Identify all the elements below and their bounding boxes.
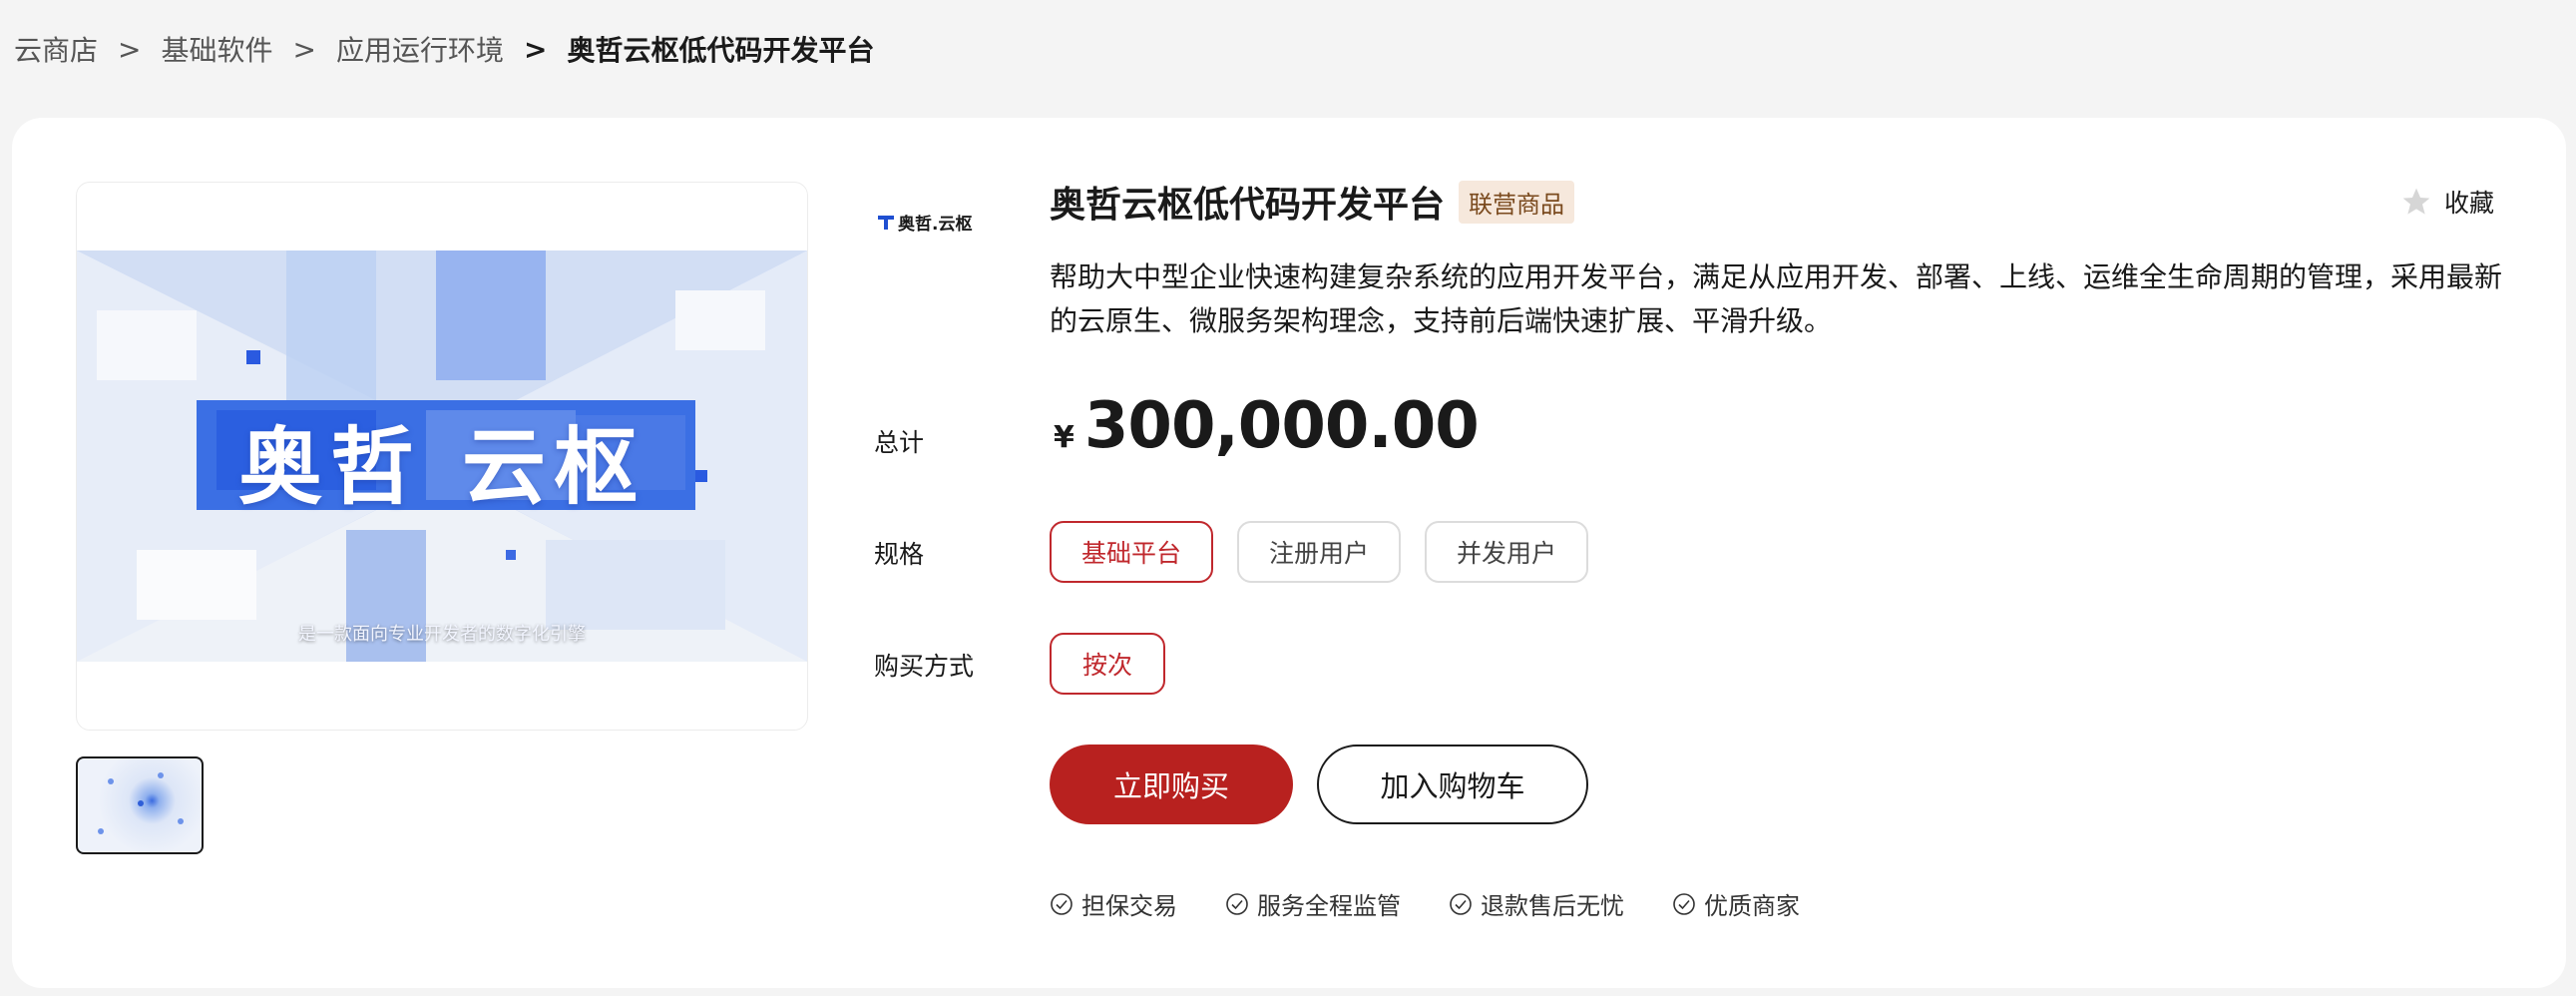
breadcrumb-item-runtime-env[interactable]: 应用运行环境 [336, 29, 504, 69]
star-icon [2402, 188, 2430, 215]
buy-now-button[interactable]: 立即购买 [1050, 745, 1293, 824]
guarantee-item-supervision: 服务全程监管 [1225, 886, 1401, 921]
currency-symbol: ¥ [1054, 420, 1074, 455]
product-hero-image: 奥哲 云枢 是一款面向专业开发者的数字化引擎 [77, 250, 807, 662]
price-amount: 300,000.00 [1083, 389, 1480, 463]
breadcrumb-separator: > [292, 32, 316, 66]
hero-caption: 是一款面向专业开发者的数字化引擎 [298, 624, 586, 645]
check-circle-icon [1673, 892, 1695, 915]
hero-title: 奥哲 云枢 [77, 400, 807, 521]
breadcrumb-item-current: 奥哲云枢低代码开发平台 [567, 34, 875, 67]
product-title: 奥哲云枢低代码开发平台 [1050, 185, 1446, 226]
spec-option-concurrent-users[interactable]: 并发用户 [1425, 521, 1588, 583]
hero-title-left: 奥哲 [237, 418, 422, 516]
spec-label: 规格 [874, 540, 925, 569]
breadcrumb-separator: > [118, 32, 142, 66]
check-circle-icon [1226, 892, 1248, 915]
vendor-logo[interactable]: 奥哲.云枢 [878, 210, 973, 235]
guarantee-item-refund: 退款售后无忧 [1449, 886, 1624, 921]
price: ¥ 300,000.00 [1054, 389, 1480, 463]
breadcrumb-item-basic-software[interactable]: 基础软件 [161, 29, 272, 69]
thumbnail-image-1[interactable] [76, 756, 204, 854]
service-guarantees: 担保交易 服务全程监管 退款售后无忧 优质商家 [1050, 886, 1848, 921]
hero-title-right: 云枢 [462, 418, 646, 516]
product-image-viewer[interactable]: 奥哲 云枢 是一款面向专业开发者的数字化引擎 [76, 182, 808, 731]
add-to-cart-button[interactable]: 加入购物车 [1317, 745, 1588, 824]
breadcrumb-item-cloud-store[interactable]: 云商店 [14, 29, 98, 69]
product-title-row: 奥哲云枢低代码开发平台 联营商品 [1050, 176, 1575, 228]
co-op-badge: 联营商品 [1459, 180, 1575, 224]
breadcrumb-separator: > [523, 32, 548, 66]
breadcrumb: 云商店 > 基础软件 > 应用运行环境 > 奥哲云枢低代码开发平台 [14, 26, 874, 72]
guarantee-label: 退款售后无忧 [1481, 892, 1624, 920]
purchase-mode-label: 购买方式 [874, 652, 975, 681]
guarantee-item-escrow: 担保交易 [1050, 886, 1177, 921]
guarantee-label: 服务全程监管 [1257, 892, 1401, 920]
purchase-mode-option-per-use[interactable]: 按次 [1050, 633, 1165, 695]
guarantee-item-quality-merchant: 优质商家 [1672, 886, 1800, 921]
vendor-logo-text: 奥哲.云枢 [898, 214, 973, 235]
product-card: 奥哲 云枢 是一款面向专业开发者的数字化引擎 奥哲.云枢 奥哲云枢低代码开发平台 … [12, 118, 2566, 988]
check-circle-icon [1051, 892, 1073, 915]
spec-option-basic-platform[interactable]: 基础平台 [1050, 521, 1213, 583]
product-description: 帮助大中型企业快速构建复杂系统的应用开发平台，满足从应用开发、部署、上线、运维全… [1050, 260, 2503, 337]
vendor-logo-icon [878, 216, 894, 230]
spec-option-registered-users[interactable]: 注册用户 [1237, 521, 1401, 583]
check-circle-icon [1450, 892, 1472, 915]
favorite-label: 收藏 [2443, 189, 2494, 218]
guarantee-label: 担保交易 [1081, 892, 1177, 920]
total-label: 总计 [874, 428, 925, 457]
favorite-button[interactable]: 收藏 [2400, 184, 2494, 220]
guarantee-label: 优质商家 [1704, 892, 1800, 920]
